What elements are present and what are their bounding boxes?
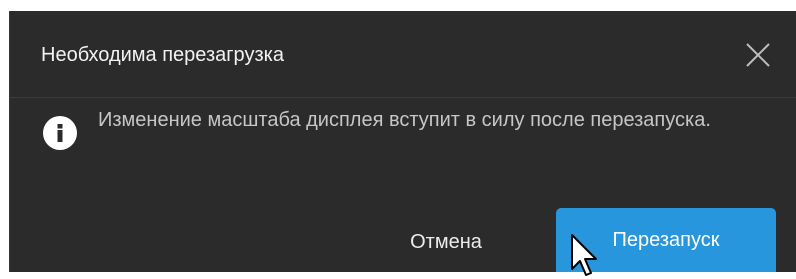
info-icon	[43, 116, 77, 150]
dialog-title: Необходима перезагрузка	[41, 44, 284, 66]
dialog-message: Изменение масштаба дисплея вступит в сил…	[98, 109, 711, 131]
dialog-header: Необходима перезагрузка	[10, 11, 796, 98]
close-icon	[746, 43, 770, 67]
mouse-pointer-icon	[570, 233, 600, 279]
cancel-button[interactable]: Отмена	[366, 219, 526, 265]
restart-required-dialog: Необходима перезагрузка Изменение масшта…	[9, 11, 796, 276]
close-button[interactable]	[743, 40, 773, 70]
